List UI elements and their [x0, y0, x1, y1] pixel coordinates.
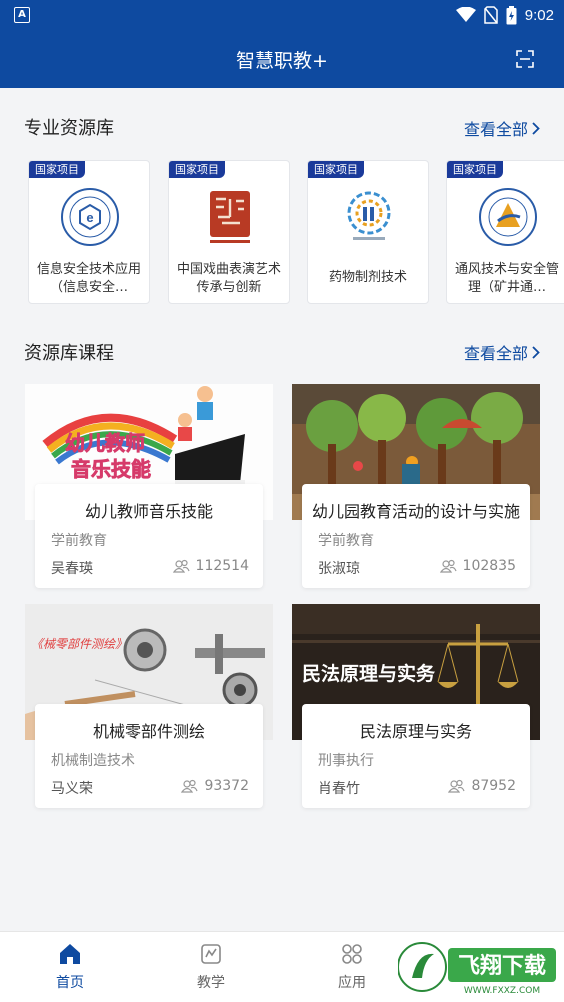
course-teacher: 马义荣	[51, 781, 93, 797]
course-title: 幼儿园教育活动的设计与实施	[311, 502, 520, 521]
status-bar: A 9:02	[0, 0, 564, 30]
resource-card[interactable]: 国家项目 通风技术与安全管理（矿井通…	[446, 160, 564, 304]
page-title: 智慧职教+	[236, 50, 328, 72]
app-notification-icon: A	[14, 7, 30, 23]
resource-card-name: 药物制剂技术	[328, 270, 407, 285]
resource-card-name: 中国戏曲表演艺术传承与创新	[177, 262, 281, 295]
course-category: 学前教育	[51, 533, 107, 549]
status-icons: 9:02	[455, 4, 554, 26]
see-all-label: 查看全部	[463, 120, 528, 139]
learner-count: 102835	[439, 558, 516, 574]
learners-icon	[172, 559, 190, 573]
national-project-tag: 国家项目	[447, 161, 503, 178]
learner-count-value: 112514	[195, 558, 249, 574]
resource-card-name: 信息安全技术应用（信息安全…	[37, 262, 141, 295]
course-section-title: 资源库课程	[24, 343, 114, 364]
learners-icon	[439, 559, 457, 573]
wifi-icon	[455, 7, 476, 22]
course-info-panel: 幼儿教师音乐技能 学前教育 吴春瑛 112514	[35, 484, 263, 588]
teaching-icon	[201, 944, 221, 964]
resource-see-all-link[interactable]: 查看全部	[464, 116, 540, 140]
home-icon	[60, 944, 80, 964]
mining-logo-icon	[479, 188, 537, 246]
resource-card[interactable]: 国家项目 e 信息安全技术应用（信息安全…	[28, 160, 150, 304]
tab-teaching[interactable]: 教学	[171, 942, 251, 992]
resource-card[interactable]: 国家项目 中国戏曲表演艺术传承与创新	[168, 160, 290, 304]
course-title: 幼儿教师音乐技能	[84, 502, 213, 521]
thumb-text: 音乐技能	[71, 457, 151, 481]
course-title: 民法原理与实务	[359, 722, 472, 741]
course-category: 刑事执行	[318, 753, 374, 769]
clock: 9:02	[524, 6, 554, 24]
apps-icon	[342, 944, 362, 964]
national-project-tag: 国家项目	[29, 161, 85, 178]
svg-text:e: e	[86, 210, 93, 225]
course-teacher: 张淑琼	[318, 561, 360, 577]
download-site-watermark: 飞翔下载 WWW.FXXZ.COM	[398, 942, 556, 996]
opera-seal-logo-icon	[210, 191, 250, 243]
course-category: 机械制造技术	[51, 753, 135, 769]
learners-icon	[448, 779, 466, 793]
resource-library-carousel[interactable]: 国家项目 e 信息安全技术应用（信息安全… 国家项目 中国戏曲表演艺术传承与创新…	[28, 160, 564, 306]
learner-count-value: 93372	[204, 778, 249, 794]
app-header: 智慧职教+	[0, 30, 564, 88]
chevron-right-icon	[532, 345, 540, 359]
course-card[interactable]: 民法原理与实务 民法原理与实务 刑事执行 肖春竹 87952	[292, 604, 540, 810]
course-title: 机械零部件测绘	[92, 722, 205, 741]
course-teacher: 肖春竹	[318, 781, 360, 797]
national-project-tag: 国家项目	[308, 161, 364, 178]
school-logo-icon: e	[61, 188, 119, 246]
see-all-label: 查看全部	[463, 344, 528, 363]
thumb-text: 民法原理与实务	[302, 662, 436, 685]
tab-home[interactable]: 首页	[30, 942, 110, 992]
course-info-panel: 机械零部件测绘 机械制造技术 马义荣 93372	[35, 704, 263, 808]
course-see-all-link[interactable]: 查看全部	[464, 340, 540, 364]
pharmacy-logo-icon	[347, 191, 391, 240]
course-info-panel: 民法原理与实务 刑事执行 肖春竹 87952	[302, 704, 530, 808]
course-card[interactable]: 《械零部件测绘》 机械零部件测绘 机械制造技术 马义荣 93372	[25, 604, 273, 810]
learner-count: 112514	[172, 558, 249, 574]
thumb-text: 《械零部件测绘》	[31, 637, 127, 651]
resource-card[interactable]: 国家项目 药物制剂技术	[307, 160, 429, 304]
learner-count-value: 87952	[471, 778, 516, 794]
learner-count: 87952	[448, 778, 516, 794]
tab-label: 应用	[338, 975, 366, 991]
learner-count: 93372	[181, 778, 249, 794]
battery-icon	[506, 5, 517, 24]
course-info-panel: 幼儿园教育活动的设计与实施 学前教育 张淑琼 102835	[302, 484, 530, 588]
chevron-right-icon	[532, 121, 540, 135]
tab-apps[interactable]: 应用	[312, 942, 392, 992]
resource-library-title: 专业资源库	[24, 118, 114, 139]
course-category: 学前教育	[318, 533, 374, 549]
scan-icon[interactable]	[516, 50, 534, 68]
tab-label: 首页	[56, 975, 84, 991]
course-teacher: 吴春瑛	[51, 561, 93, 577]
learners-icon	[181, 779, 199, 793]
watermark-subtext: WWW.FXXZ.COM	[464, 986, 540, 996]
course-card[interactable]: 幼儿教师 音乐技能 幼儿教师音乐技能 学前教育 吴春瑛 112514	[25, 384, 273, 590]
learner-count-value: 102835	[462, 558, 516, 574]
no-sim-icon	[484, 6, 498, 24]
tab-label: 教学	[197, 975, 225, 991]
watermark-text: 飞翔下载	[458, 953, 546, 979]
resource-card-name: 通风技术与安全管理（矿井通…	[455, 262, 559, 295]
thumb-text: 幼儿教师	[65, 431, 145, 455]
national-project-tag: 国家项目	[169, 161, 225, 178]
course-card[interactable]: 幼儿园教育活动的设计与实施 学前教育 张淑琼 102835	[292, 384, 540, 590]
